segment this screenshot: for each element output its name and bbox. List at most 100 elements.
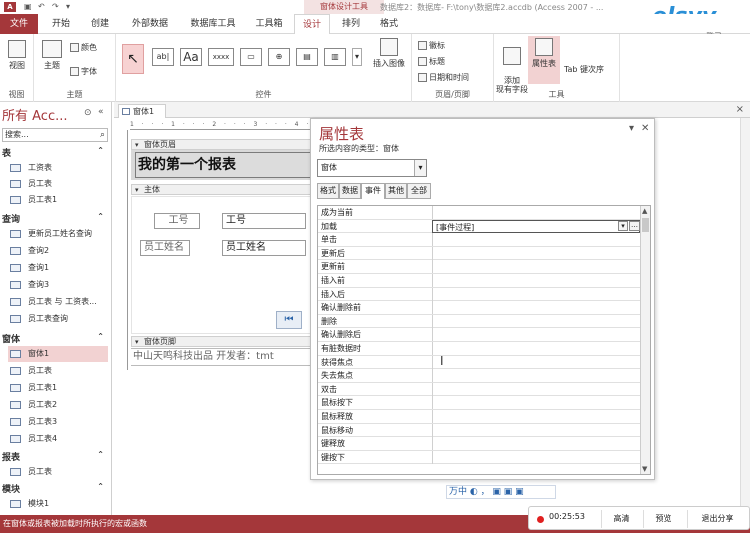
property-row[interactable]: 键按下	[318, 450, 640, 465]
document-tab-form1[interactable]: 窗体1	[118, 104, 166, 118]
employee-id-textbox[interactable]: 工号	[222, 213, 306, 229]
property-row[interactable]: 鼠标按下	[318, 396, 640, 410]
nav-section-reports[interactable]: 报表 ⌃	[2, 450, 108, 464]
nav-item-form[interactable]: 员工表2	[8, 397, 108, 413]
nav-item-form[interactable]: 员工表1	[8, 380, 108, 396]
nav-section-queries[interactable]: 查询 ⌃	[2, 212, 108, 226]
property-row[interactable]: 确认删除前	[318, 301, 640, 315]
property-row[interactable]: 有脏数据时	[318, 342, 640, 356]
navigation-control-icon[interactable]: ▥	[324, 48, 346, 66]
property-row[interactable]: 更新后	[318, 246, 640, 261]
scroll-up-icon[interactable]: ▲	[642, 207, 647, 215]
detail-section-bar[interactable]: ▾ 主体	[131, 184, 317, 195]
form-footer-section-bar[interactable]: ▾ 窗体页脚	[131, 336, 317, 347]
tab-home[interactable]: 开始	[44, 14, 78, 34]
tab-toolbox[interactable]: 工具箱	[248, 14, 290, 34]
property-row[interactable]: 插入后	[318, 287, 640, 302]
preview-button[interactable]: 预览	[643, 510, 683, 528]
nav-item-table[interactable]: 员工表	[8, 176, 108, 192]
nav-item-report[interactable]: 员工表	[8, 464, 108, 480]
save-icon[interactable]: ▣	[24, 2, 34, 12]
undo-icon[interactable]: ↶	[38, 2, 48, 12]
insert-image-button[interactable]: 插入图像	[368, 38, 410, 69]
theme-button[interactable]: 主题	[38, 40, 66, 71]
nav-collapse-icon[interactable]: «	[98, 107, 104, 117]
property-row[interactable]: 双击	[318, 382, 640, 397]
nav-item-form[interactable]: 员工表4	[8, 431, 108, 447]
tab-format[interactable]: 格式	[372, 14, 406, 34]
textbox-control-icon[interactable]: ab|	[152, 48, 174, 66]
nav-item-table[interactable]: 员工表1	[8, 192, 108, 208]
label-control-icon[interactable]: Aa	[180, 48, 202, 66]
nav-item-query[interactable]: 员工表查询	[8, 311, 108, 327]
nav-item-form[interactable]: 员工表	[8, 363, 108, 379]
collapse-chevron-icon[interactable]: ⌃	[97, 482, 104, 491]
form-header-section-bar[interactable]: ▾ 窗体页眉	[131, 139, 317, 150]
fonts-button[interactable]: 字体	[70, 66, 97, 77]
tab-database-tools[interactable]: 数据库工具	[182, 14, 244, 34]
employee-id-label[interactable]: 工号	[154, 213, 200, 229]
chevron-down-icon[interactable]: ▾	[618, 220, 628, 231]
tab-arrange[interactable]: 排列	[334, 14, 368, 34]
nav-section-forms[interactable]: 窗体 ⌃	[2, 332, 108, 346]
property-row[interactable]: 单击	[318, 233, 640, 247]
nav-menu-chevron-icon[interactable]: ⊙	[84, 108, 92, 118]
property-sheet-button[interactable]: 属性表	[528, 36, 560, 84]
tab-file[interactable]: 文件	[0, 14, 38, 34]
property-row[interactable]: 确认删除后	[318, 328, 640, 342]
tab-event-props[interactable]: 事件	[361, 183, 385, 199]
exit-share-button[interactable]: 退出分享	[687, 510, 747, 528]
property-row[interactable]: 插入前	[318, 274, 640, 288]
search-icon[interactable]: ⌕	[100, 129, 105, 141]
selection-combobox[interactable]: 窗体 ▾	[317, 159, 427, 177]
first-record-button[interactable]: ⏮	[276, 311, 302, 329]
nav-item-module[interactable]: 模块1	[8, 496, 108, 512]
controls-more-icon[interactable]: ▾	[352, 48, 362, 66]
scroll-thumb[interactable]	[642, 218, 649, 232]
button-control-icon[interactable]: xxxx	[208, 48, 234, 66]
tab-other-props[interactable]: 其他	[385, 183, 407, 199]
property-row-load[interactable]: 加载 [事件过程] ▾…	[318, 219, 640, 234]
nav-item-table[interactable]: 工资表	[8, 160, 108, 176]
property-row[interactable]: 鼠标移动	[318, 423, 640, 438]
nav-item-form[interactable]: 员工表3	[8, 414, 108, 430]
ime-toolbar[interactable]: 万中 ◐ ， ▣ ▣ ▣	[446, 485, 556, 499]
access-app-icon[interactable]: A	[4, 2, 16, 12]
web-browser-control-icon[interactable]: ▤	[296, 48, 318, 66]
property-row[interactable]: 删除	[318, 314, 640, 329]
tab-create[interactable]: 创建	[82, 14, 118, 34]
load-event-value[interactable]: [事件过程]	[432, 219, 640, 233]
canvas-vertical-scrollbar[interactable]	[740, 118, 750, 515]
nav-item-query[interactable]: 查询3	[8, 277, 108, 293]
collapse-chevron-icon[interactable]: ⌃	[97, 332, 104, 341]
property-row[interactable]: 鼠标释放	[318, 410, 640, 424]
property-row[interactable]: 成为当前	[318, 206, 640, 220]
tab-format-props[interactable]: 格式	[317, 183, 339, 199]
panel-options-icon[interactable]: ▾	[629, 123, 634, 134]
report-title-label[interactable]: 我的第一个报表	[135, 152, 315, 178]
property-row[interactable]: 获得焦点	[318, 355, 640, 370]
tab-external-data[interactable]: 外部数据	[122, 14, 178, 34]
view-button[interactable]: 视图	[4, 40, 30, 71]
tab-all-props[interactable]: 全部	[407, 183, 431, 199]
nav-section-modules[interactable]: 模块 ⌃	[2, 482, 108, 496]
tab-order-button[interactable]: Tab 键次序	[562, 64, 606, 75]
property-row[interactable]: 更新前	[318, 260, 640, 274]
property-row[interactable]: 失去焦点	[318, 369, 640, 383]
logo-button[interactable]: 徽标	[418, 40, 445, 51]
employee-name-textbox[interactable]: 员工姓名	[222, 240, 306, 256]
quick-access-dropdown-icon[interactable]: ▾	[66, 2, 76, 12]
tab-control-icon[interactable]: ▭	[240, 48, 262, 66]
colors-button[interactable]: 颜色	[70, 42, 97, 53]
employee-name-label[interactable]: 员工姓名	[140, 240, 190, 256]
nav-item-form-selected[interactable]: 窗体1	[8, 346, 108, 362]
tab-design[interactable]: 设计	[294, 14, 330, 35]
nav-item-query[interactable]: 员工表 与 工资表...	[8, 294, 108, 310]
nav-item-query[interactable]: 查询1	[8, 260, 108, 276]
hd-button[interactable]: 高清	[601, 510, 641, 528]
scroll-down-icon[interactable]: ▼	[642, 465, 647, 473]
build-ellipsis-button[interactable]: …	[629, 220, 640, 231]
nav-pane-title[interactable]: 所有 Acc...	[2, 105, 68, 124]
footer-text-label[interactable]: 中山天鸣科技出品 开发者：tmt	[131, 348, 317, 366]
property-row[interactable]: 键释放	[318, 437, 640, 451]
